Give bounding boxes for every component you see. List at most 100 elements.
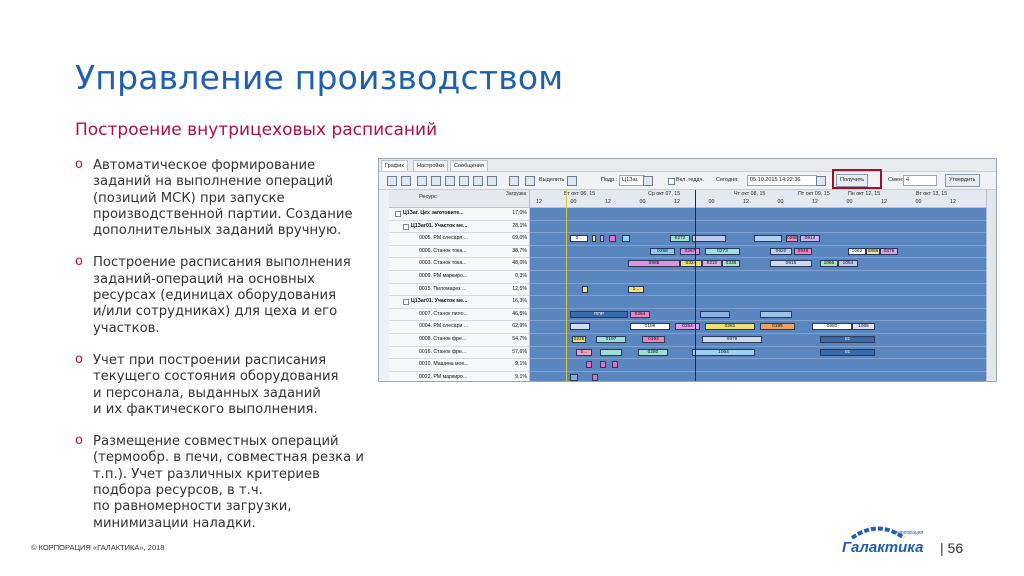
grid-icon[interactable] [445,176,455,186]
gantt-task-bar[interactable] [760,310,792,318]
gantt-task-bar[interactable]: 01 [820,348,875,356]
gantt-task-bar[interactable]: 0264 [630,310,650,318]
gantt-task-bar[interactable]: 0267 [680,247,700,255]
gantt-task-bar[interactable] [600,235,604,243]
tree-icon[interactable] [509,176,519,186]
gantt-task-bar[interactable]: 0281 [705,323,755,331]
resource-name: 0006. Станок тока... [419,247,467,254]
expand-toggle-icon[interactable] [403,299,409,306]
gantt-task-bar[interactable]: 0280 [638,348,668,356]
gantt-task-bar[interactable]: 0946 [794,247,812,255]
gantt-task-bar[interactable]: 0336 [722,260,740,268]
gantt-task-bar[interactable]: 0879 [880,247,898,255]
resource-row[interactable]: 0005. РМ слесаря ... 69,0% [389,233,529,246]
gantt-task-bar[interactable] [570,323,590,331]
gantt-chart[interactable]: Вт окт 06, 15 Ср окт 07, 15 Чт окт 08, 15 П… [530,190,986,381]
gantt-task-bar[interactable] [592,373,598,381]
resource-row[interactable]: 0003. Станок тока... 48,0% [389,258,529,271]
gantt-task-bar[interactable] [754,235,782,243]
gantt-task-bar[interactable]: 0273 [705,247,740,255]
resource-load: 69,0% [512,235,527,242]
gantt-task-bar[interactable]: 1065 [852,323,875,331]
filter-icon[interactable] [431,176,441,186]
include-checkbox[interactable] [668,178,675,185]
vertical-scrollbar[interactable] [986,190,996,381]
gantt-task-bar[interactable]: 0324 [680,260,702,268]
tab-settings[interactable]: Настройки [413,160,448,171]
dropdown-icon[interactable] [567,176,577,186]
view-icon[interactable] [487,176,497,186]
gantt-task-bar[interactable] [586,361,592,369]
expand-toggle-icon[interactable] [403,223,409,230]
gantt-task-bar[interactable]: 0258 [650,247,675,255]
gantt-task-bar[interactable] [609,235,616,243]
gantt-task-bar[interactable]: 1066 [820,260,838,268]
gantt-task-bar[interactable] [700,310,730,318]
gantt-task-bar[interactable]: 1062 [848,247,866,255]
shift-field[interactable]: 4 [903,175,937,186]
resource-row[interactable]: 0004. РМ слесари ... 62,9% [389,321,529,334]
select-menu[interactable]: Выделить [539,176,564,185]
resource-row[interactable]: 0007. Станок пило... 46,5% [389,309,529,322]
gantt-task-bar[interactable]: 1064 [692,348,755,356]
gantt-task-bar[interactable]: 0198 [630,323,670,331]
resource-column-header[interactable]: Ресурс [419,194,437,200]
resource-row[interactable]: 0010. Машина мое... 9,1% [389,359,529,372]
gantt-task-bar[interactable]: 0920 [770,247,792,255]
gantt-task-bar[interactable]: 0985 [628,260,680,268]
layout-icon[interactable] [459,176,469,186]
table-icon[interactable] [525,176,535,186]
bullet-line: Размещение совместных операций [93,434,339,450]
gantt-task-bar[interactable]: 0979 [702,335,762,343]
gantt-task-bar[interactable]: 0272 [670,235,690,243]
resource-row[interactable]: 0015. Пиломарез ... 12,5% [389,284,529,297]
gantt-task-bar[interactable] [582,285,588,293]
today-field[interactable]: 05.10.2015 14:22:36 [747,175,817,186]
tab-messages[interactable]: Сообщения [450,160,488,171]
gantt-task-bar[interactable] [592,235,596,243]
resource-row[interactable]: Ц1Заг01. Участок ме... 16,3% [389,296,529,309]
gantt-task-bar[interactable]: 0914 [800,235,820,243]
gantt-task-bar[interactable]: 0225 [572,335,586,343]
gantt-task-bar[interactable] [692,235,726,243]
bullet-line: ресурсах (единицах оборудования [93,288,337,304]
resource-row[interactable]: 0009. РМ маркиро... 0,3% [389,271,529,284]
gantt-task-bar[interactable]: 0284 [675,323,700,331]
resource-row[interactable]: Ц1Заг. Цех заготовите... 17,0% [389,208,529,221]
zoom-icon[interactable] [401,176,411,186]
expand-toggle-icon[interactable] [395,211,401,217]
gantt-task-bar[interactable] [622,235,630,243]
document-icon[interactable] [417,176,427,186]
gantt-task-bar[interactable]: 0268 [786,235,798,243]
gantt-task-bar[interactable]: ППР [570,310,628,318]
load-column-header[interactable]: Загрузка [504,191,528,197]
gantt-task-bar[interactable] [600,361,606,369]
resource-row[interactable]: 0006. Станок тока... 38,7% [389,246,529,259]
gantt-task-bar[interactable]: 0210 [702,260,722,268]
tab-schedule[interactable]: График [381,160,408,171]
gantt-task-bar[interactable]: 0980 [812,323,852,331]
gantt-task-bar[interactable]: 0194 [642,335,665,343]
gantt-task-bar[interactable]: 01 [820,335,875,343]
print-icon[interactable] [387,176,397,186]
gantt-task-bar[interactable]: 0... [576,348,592,356]
calendar-icon[interactable] [816,176,826,186]
gantt-task-bar[interactable]: 0915 [770,260,812,268]
subdiv-picker-icon[interactable] [643,176,653,186]
approve-button[interactable]: Утвердить [945,174,980,187]
gantt-task-bar[interactable]: 1054 [838,260,858,268]
resource-row[interactable]: 0022. РМ маркиро... 9,1% [389,372,529,381]
columns-icon[interactable] [473,176,483,186]
resource-row[interactable]: 0016. Станок фре... 57,6% [389,347,529,360]
gantt-task-bar[interactable]: 0197 [596,335,626,343]
gantt-task-bar[interactable]: 0195 [760,323,795,331]
resource-row[interactable]: Ц1Заг01. Участок ме... 28,1% [389,221,529,234]
resource-row[interactable]: 0008. Станок фре... 54,7% [389,334,529,347]
gantt-task-bar[interactable] [600,348,622,356]
gantt-task-bar[interactable] [612,361,618,369]
gantt-task-bar[interactable]: 0... [570,235,588,243]
gantt-task-bar[interactable] [570,373,578,381]
gantt-task-bar[interactable]: 1... [628,285,644,293]
gantt-task-bar[interactable]: 0886 [866,247,880,255]
subdiv-field[interactable]: Ц1Заг. [619,175,645,186]
